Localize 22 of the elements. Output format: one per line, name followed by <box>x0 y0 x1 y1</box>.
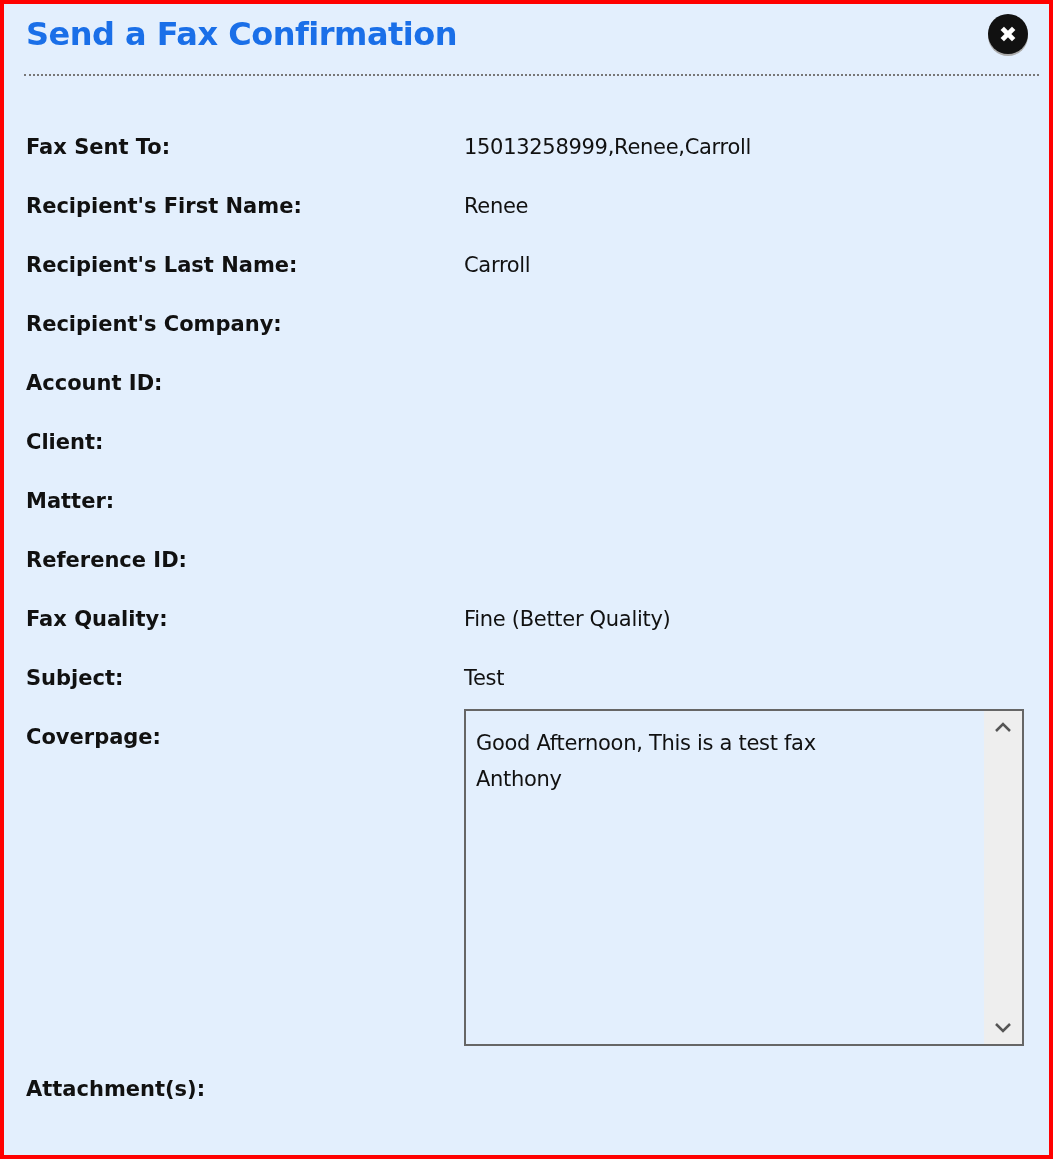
field-value: Carroll <box>464 252 532 279</box>
field-label: Account ID: <box>26 370 164 397</box>
field-label: Fax Quality: <box>26 606 169 633</box>
field-label: Recipient's Company: <box>26 311 283 338</box>
field-value: 15013258999,Renee,Carroll <box>464 134 753 161</box>
field-label: Matter: <box>26 488 116 515</box>
field-label: Attachment(s): <box>26 1076 207 1103</box>
field-label: Client: <box>26 429 105 456</box>
field-label: Subject: <box>26 665 125 692</box>
field-label: Fax Sent To: <box>26 134 172 161</box>
coverpage-field[interactable]: Good Afternoon, This is a test fax Anthony <box>464 709 1024 1046</box>
scroll-down-icon[interactable] <box>994 1022 1012 1034</box>
scrollbar[interactable] <box>984 711 1022 1044</box>
scroll-up-icon[interactable] <box>994 721 1012 733</box>
field-label: Coverpage: <box>26 724 162 751</box>
field-value: Renee <box>464 193 530 220</box>
field-value: Test <box>464 665 506 692</box>
field-label: Recipient's Last Name: <box>26 252 299 279</box>
field-label: Reference ID: <box>26 547 188 574</box>
field-value: Fine (Better Quality) <box>464 606 672 633</box>
dialog-title: Send a Fax Confirmation <box>26 14 458 55</box>
field-label: Recipient's First Name: <box>26 193 303 220</box>
